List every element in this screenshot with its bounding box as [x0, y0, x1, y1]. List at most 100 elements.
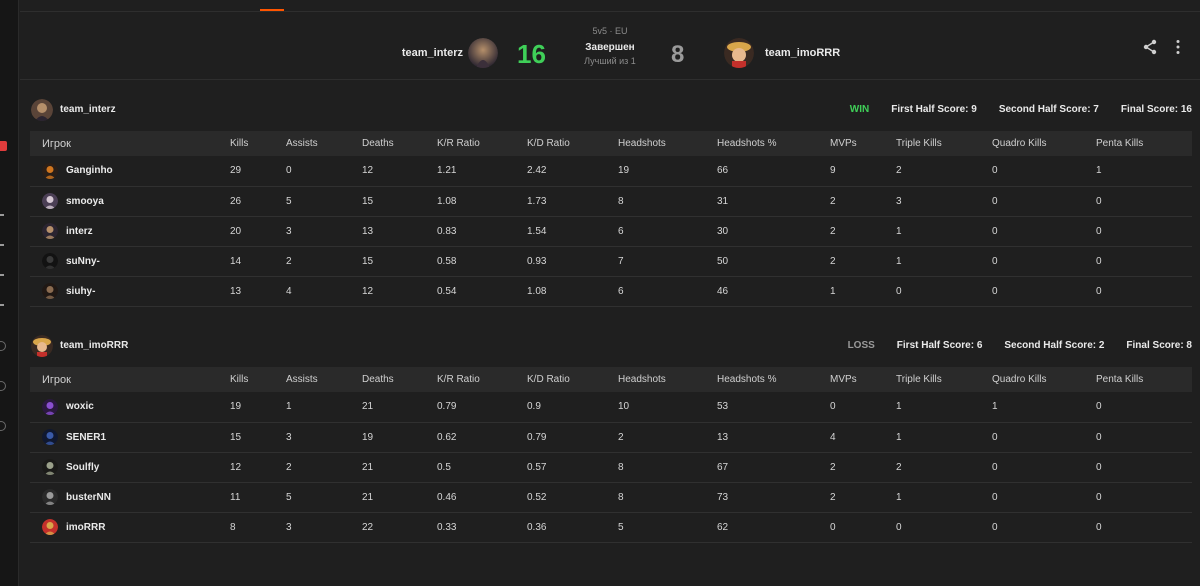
column-header[interactable]: Assists: [286, 131, 362, 156]
team-avatar[interactable]: [31, 99, 53, 121]
player-avatar[interactable]: [42, 429, 58, 445]
team2-name[interactable]: team_imoRRR: [765, 47, 840, 59]
player-name[interactable]: busterNN: [66, 492, 111, 503]
player-cell[interactable]: Ganginho: [42, 162, 230, 179]
player-avatar[interactable]: [42, 162, 58, 179]
player-avatar[interactable]: [42, 283, 58, 299]
table-row[interactable]: siuhy- 13 4 12 0.54 1.08 6 46 1 0 0 0: [30, 276, 1192, 307]
table-row[interactable]: Soulfly 12 2 21 0.5 0.57 8 67 2 2 0 0: [30, 452, 1192, 483]
column-header[interactable]: Headshots %: [717, 131, 830, 156]
column-header[interactable]: Headshots %: [717, 367, 830, 392]
rail-item[interactable]: [0, 244, 4, 246]
column-header[interactable]: K/D Ratio: [527, 131, 618, 156]
team-name[interactable]: team_interz: [60, 104, 116, 115]
table-row[interactable]: SENER1 15 3 19 0.62 0.79 2 13 4 1 0 0: [30, 422, 1192, 453]
team-header: team_interz WIN First Half Score: 9 Second …: [30, 95, 1192, 125]
column-header[interactable]: Triple Kills: [896, 367, 992, 392]
column-header[interactable]: Assists: [286, 367, 362, 392]
stat-cell: 2: [830, 216, 896, 247]
team-avatar[interactable]: [31, 335, 53, 357]
column-header[interactable]: Headshots: [618, 367, 717, 392]
column-header[interactable]: Игрок: [30, 367, 230, 392]
stat-cell: 73: [717, 482, 830, 513]
column-header[interactable]: Quadro Kills: [992, 367, 1096, 392]
column-header[interactable]: Triple Kills: [896, 131, 992, 156]
table-row[interactable]: Ganginho 29 0 12 1.21 2.42 19 66 9 2 0 1: [30, 156, 1192, 187]
player-cell[interactable]: busterNN: [42, 489, 230, 505]
second-half-score: Second Half Score: 7: [998, 104, 1099, 115]
stat-cell: 0: [1096, 186, 1192, 217]
player-name[interactable]: suNny-: [66, 256, 100, 267]
player-avatar[interactable]: [42, 193, 58, 209]
first-half-score: First Half Score: 6: [896, 340, 983, 351]
player-name[interactable]: Soulfly: [66, 462, 99, 473]
player-avatar[interactable]: [42, 253, 58, 269]
rail-item[interactable]: [0, 214, 4, 216]
notification-badge[interactable]: [0, 141, 7, 151]
stat-cell: 1: [992, 392, 1096, 423]
stat-cell: 1.21: [437, 156, 527, 187]
table-row[interactable]: interz 20 3 13 0.83 1.54 6 30 2 1 0 0: [30, 216, 1192, 247]
team2-avatar[interactable]: [724, 38, 754, 68]
column-header[interactable]: Kills: [230, 131, 286, 156]
table-row[interactable]: smooya 26 5 15 1.08 1.73 8 31 2 3 0 0: [30, 186, 1192, 217]
team2-score: 8: [671, 41, 685, 68]
rail-item[interactable]: [0, 274, 4, 276]
player-cell[interactable]: Soulfly: [42, 459, 230, 475]
team1-avatar[interactable]: [468, 38, 498, 68]
player-name[interactable]: interz: [66, 226, 93, 237]
stat-cell: 9: [830, 156, 896, 187]
player-cell[interactable]: siuhy-: [42, 283, 230, 299]
column-header[interactable]: Deaths: [362, 131, 437, 156]
player-avatar[interactable]: [42, 519, 58, 535]
column-header[interactable]: MVPs: [830, 131, 896, 156]
column-header[interactable]: Penta Kills: [1096, 367, 1192, 392]
player-name[interactable]: imoRRR: [66, 522, 105, 533]
rail-circle-icon[interactable]: [0, 381, 6, 391]
team1-name[interactable]: team_interz: [402, 47, 463, 59]
player-name[interactable]: smooya: [66, 196, 104, 207]
column-header[interactable]: Quadro Kills: [992, 131, 1096, 156]
player-avatar[interactable]: [42, 223, 58, 239]
player-cell[interactable]: woxic: [42, 398, 230, 415]
stat-cell: 2.42: [527, 156, 618, 187]
player-avatar[interactable]: [42, 398, 58, 415]
column-header[interactable]: Deaths: [362, 367, 437, 392]
table-row[interactable]: woxic 19 1 21 0.79 0.9 10 53 0 1 1 0: [30, 392, 1192, 423]
column-header[interactable]: Игрок: [30, 131, 230, 156]
column-header[interactable]: Headshots: [618, 131, 717, 156]
player-cell[interactable]: smooya: [42, 193, 230, 209]
more-vertical-icon[interactable]: [1174, 39, 1182, 55]
player-avatar[interactable]: [42, 489, 58, 505]
team-result-badge: WIN: [849, 104, 870, 115]
table-row[interactable]: imoRRR 8 3 22 0.33 0.36 5 62 0 0 0 0: [30, 512, 1192, 543]
player-name[interactable]: siuhy-: [66, 286, 95, 297]
column-header[interactable]: K/D Ratio: [527, 367, 618, 392]
column-header[interactable]: Penta Kills: [1096, 131, 1192, 156]
stat-cell: 0: [992, 512, 1096, 543]
column-header[interactable]: K/R Ratio: [437, 367, 527, 392]
table-row[interactable]: busterNN 11 5 21 0.46 0.52 8 73 2 1 0 0: [30, 482, 1192, 513]
player-name[interactable]: SENER1: [66, 432, 106, 443]
stat-cell: 11: [230, 482, 286, 513]
rail-circle-icon[interactable]: [0, 421, 6, 431]
stat-cell: 8: [618, 452, 717, 483]
player-cell[interactable]: suNny-: [42, 253, 230, 269]
share-icon[interactable]: [1142, 39, 1158, 55]
player-avatar[interactable]: [42, 459, 58, 475]
rail-item[interactable]: [0, 304, 4, 306]
player-cell[interactable]: SENER1: [42, 429, 230, 445]
rail-circle-icon[interactable]: [0, 341, 6, 351]
player-name[interactable]: Ganginho: [66, 165, 113, 176]
column-header[interactable]: MVPs: [830, 367, 896, 392]
stat-cell: 13: [717, 422, 830, 453]
player-cell[interactable]: interz: [42, 223, 230, 239]
column-header[interactable]: K/R Ratio: [437, 131, 527, 156]
player-name[interactable]: woxic: [66, 401, 94, 412]
column-header[interactable]: Kills: [230, 367, 286, 392]
stat-cell: 50: [717, 246, 830, 277]
team-name[interactable]: team_imoRRR: [60, 340, 128, 351]
final-score: Final Score: 16: [1120, 104, 1192, 115]
player-cell[interactable]: imoRRR: [42, 519, 230, 535]
table-row[interactable]: suNny- 14 2 15 0.58 0.93 7 50 2 1 0 0: [30, 246, 1192, 277]
